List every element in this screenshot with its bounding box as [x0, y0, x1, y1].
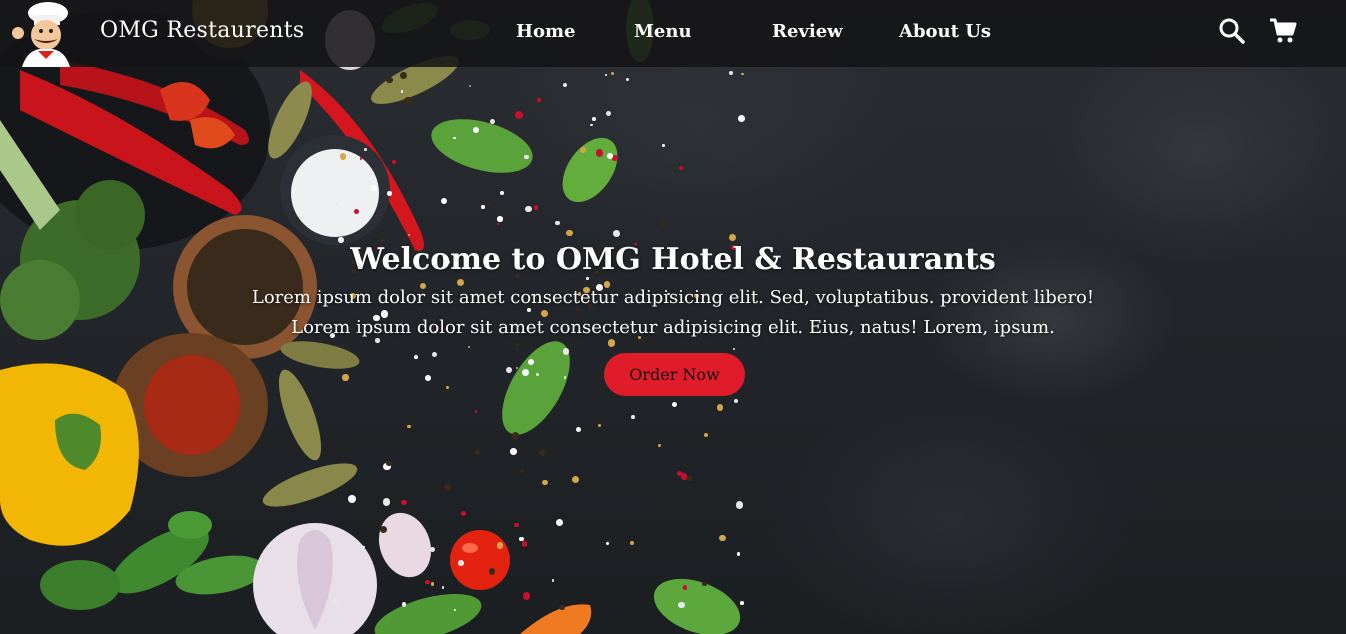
brand-name[interactable]: OMG Restaurents	[100, 18, 304, 43]
spice-speck	[400, 71, 408, 79]
spice-speck	[386, 76, 393, 84]
spice-speck	[740, 601, 744, 605]
spice-speck	[612, 155, 618, 161]
spice-speck	[611, 71, 615, 75]
spice-speck	[576, 308, 579, 311]
spice-speck	[660, 220, 667, 227]
spice-speck	[637, 156, 641, 160]
cart-icon[interactable]	[1268, 16, 1298, 46]
spice-speck	[364, 147, 368, 151]
spice-speck	[539, 449, 546, 457]
basil-leaf-illustration	[653, 578, 741, 634]
spice-speck	[719, 534, 726, 542]
spice-speck	[625, 77, 629, 81]
spice-speck	[736, 552, 740, 556]
spice-speck	[456, 278, 465, 286]
spice-speck	[613, 229, 620, 237]
spice-speck	[414, 354, 418, 359]
spice-speck	[443, 483, 451, 492]
spice-speck	[461, 511, 466, 516]
spice-speck	[565, 229, 573, 237]
spice-speck	[686, 475, 692, 481]
spice-speck	[374, 338, 380, 343]
spice-speck	[458, 560, 464, 566]
spice-speck	[631, 415, 635, 419]
spice-speck	[442, 586, 445, 589]
spice-speck	[425, 580, 430, 585]
spice-speck	[535, 372, 539, 376]
order-now-button[interactable]: Order Now	[604, 353, 745, 396]
carrot-illustration	[520, 604, 592, 634]
spice-speck	[516, 366, 519, 369]
spice-speck	[516, 343, 519, 346]
spice-speck	[555, 220, 560, 225]
spice-speck	[562, 83, 567, 87]
spice-speck	[401, 602, 407, 607]
spice-speck	[518, 536, 524, 542]
search-icon[interactable]	[1217, 16, 1247, 46]
spice-speck	[488, 568, 496, 575]
bay-leaf-illustration	[278, 369, 322, 461]
spice-speck	[533, 205, 539, 210]
spice-speck	[595, 149, 604, 157]
spice-speck	[510, 448, 517, 456]
spice-speck	[590, 123, 593, 127]
spice-speck	[493, 204, 497, 209]
spice-speck	[733, 398, 738, 403]
spice-speck	[606, 153, 613, 160]
hero-description-line-2: Lorem ipsum dolor sit amet consectetur a…	[291, 317, 1055, 338]
spice-speck	[425, 375, 431, 382]
basil-leaf-illustration	[562, 137, 618, 203]
spice-speck	[497, 216, 503, 222]
spice-speck	[514, 110, 523, 119]
spice-speck	[489, 118, 495, 124]
top-navbar: OMG Restaurents Home Menu Review About U…	[0, 0, 1346, 67]
spice-speck	[522, 592, 530, 600]
spice-speck	[662, 143, 666, 147]
spice-speck	[404, 97, 412, 105]
spice-speck	[342, 374, 349, 381]
spice-speck	[511, 432, 520, 440]
chef-logo[interactable]	[8, 1, 72, 67]
bay-leaf-illustration	[262, 463, 358, 507]
spice-speck	[586, 277, 589, 280]
spice-speck	[542, 479, 548, 486]
spice-speck	[558, 604, 565, 611]
spice-speck	[359, 157, 363, 160]
spice-speck	[382, 498, 390, 506]
spice-speck	[496, 542, 503, 549]
hero-description-line-1: Lorem ipsum dolor sit amet consectetur a…	[251, 287, 1095, 308]
spice-speck	[735, 501, 744, 509]
spice-speck	[353, 208, 359, 214]
spice-speck	[702, 581, 707, 587]
nav-home[interactable]: Home	[516, 21, 576, 42]
basil-leaf-illustration	[502, 341, 570, 435]
spice-speck	[629, 540, 634, 546]
spice-speck	[521, 541, 528, 547]
spice-speck	[519, 468, 524, 473]
spice-speck	[446, 386, 449, 389]
basil-leaf-illustration	[431, 119, 533, 173]
spice-speck	[537, 98, 542, 102]
nav-menu[interactable]: Menu	[634, 21, 692, 42]
spice-speck	[682, 585, 688, 590]
spice-speck	[472, 126, 479, 133]
spice-speck	[481, 205, 485, 209]
spice-speck	[401, 499, 407, 506]
nav-review[interactable]: Review	[772, 21, 843, 42]
hero-title: Welcome to OMG Hotel & Restaurants	[350, 242, 996, 277]
spice-speck	[555, 518, 563, 526]
spice-speck	[392, 160, 396, 165]
spice-speck	[387, 190, 392, 196]
spice-speck	[680, 473, 687, 480]
spice-speck	[728, 70, 733, 75]
spice-speck	[597, 423, 601, 427]
basil-leaf-illustration	[374, 594, 482, 634]
spice-speck	[678, 601, 685, 609]
nav-about-us[interactable]: About Us	[899, 21, 991, 42]
